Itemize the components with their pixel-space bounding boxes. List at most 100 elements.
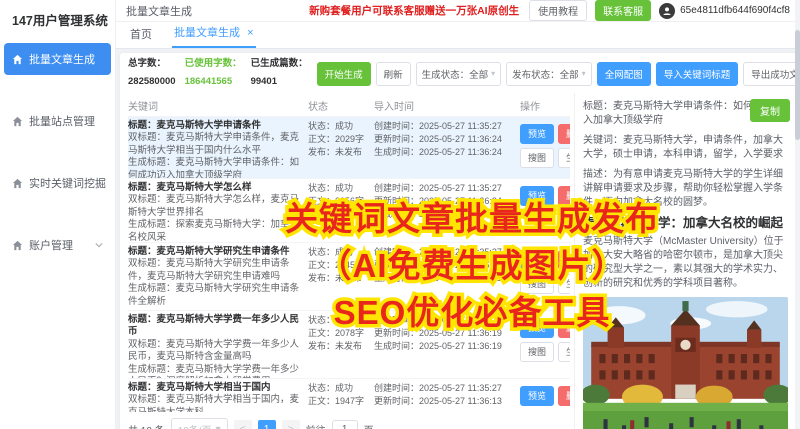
search-image-button[interactable]: 搜图: [520, 148, 554, 168]
sidebar-item-keyword-mining[interactable]: 实时关键词挖掘: [4, 167, 111, 199]
scrollbar-thumb[interactable]: [795, 30, 800, 140]
col-keyword: 关键词: [128, 98, 308, 113]
stat-value: 282580000: [128, 76, 176, 87]
close-icon[interactable]: ×: [247, 27, 253, 39]
keyword-cell: 标题：麦克马斯特大学怎么样 双标题：麦克马斯特大学怎么样，麦克马斯特大学世界排名…: [128, 182, 308, 240]
keyword-cell: 标题：麦克马斯特大学研究生申请条件 双标题：麦克马斯特大学研究生申请条件，麦克马…: [128, 246, 308, 308]
preview-button[interactable]: 预览: [520, 186, 554, 206]
start-generate-button[interactable]: 开始生成: [317, 62, 371, 86]
generate-button[interactable]: 生成: [558, 148, 570, 168]
goto-page-input[interactable]: [332, 420, 358, 429]
search-image-button[interactable]: 搜图: [520, 210, 554, 230]
preview-button[interactable]: 预览: [520, 124, 554, 144]
time-cell: 创建时间：2025-05-27 11:35:27 更新时间：2025-05-27…: [374, 182, 516, 240]
tab-home[interactable]: 首页: [128, 20, 154, 48]
delete-button[interactable]: 删除: [558, 318, 570, 338]
status-value: 成功: [335, 121, 353, 131]
table-header: 关键词 状态 导入时间 操作: [128, 95, 570, 116]
status-cell: 状态：成功 正文：1947字: [308, 382, 374, 410]
search-image-button[interactable]: 搜图: [520, 274, 554, 294]
prev-page-button[interactable]: <: [234, 420, 252, 429]
delete-button[interactable]: 删除: [558, 386, 570, 406]
chevron-down-icon: ▾: [216, 424, 221, 429]
updated-value: 2025-05-27 11:36:13: [419, 396, 502, 406]
tab-batch-article[interactable]: 批量文章生成 ×: [172, 18, 256, 48]
table-row[interactable]: 标题：麦克马斯特大学研究生申请条件 双标题：麦克马斯特大学研究生申请条件，麦克马…: [128, 242, 570, 310]
table-row[interactable]: 标题：麦克马斯特大学相当于国内 双标题：麦克马斯特大学相当于国内，麦克马斯特大学…: [128, 378, 570, 412]
row-dual-label: 双标题：: [128, 339, 166, 350]
preview-button[interactable]: 预览: [520, 318, 554, 338]
table-row[interactable]: 标题：麦克马斯特大学学费一年多少人民币 双标题：麦克马斯特大学学费一年多少人民币…: [128, 310, 570, 378]
sidebar-item-label: 实时关键词挖掘: [29, 175, 106, 191]
tutorial-button[interactable]: 使用教程: [529, 0, 587, 21]
net-image-button[interactable]: 全网配图: [597, 62, 651, 86]
avatar[interactable]: [659, 3, 675, 19]
sidebar-item-batch-article[interactable]: 批量文章生成: [4, 43, 111, 75]
delete-button[interactable]: 删除: [558, 186, 570, 206]
search-image-button[interactable]: 搜图: [520, 342, 554, 362]
breadcrumb: 批量文章生成: [126, 3, 192, 19]
words-label: 正文：: [308, 396, 335, 406]
sidebar: 147用户管理系统 批量文章生成 批量站点管理 实时关键词挖掘 账户管理: [0, 0, 116, 429]
updated-value: 2025-05-27 11:36:24: [419, 196, 502, 206]
words-label: 正文：: [308, 134, 335, 144]
scrollbar[interactable]: [795, 0, 800, 429]
publish-status-select[interactable]: 发布状态：全部 ▾: [506, 62, 592, 86]
chevron-down-icon: ▾: [582, 69, 586, 78]
generated-value: 2025-05-27 11:36:19: [419, 341, 502, 351]
sidebar-item-label: 批量文章生成: [29, 51, 95, 67]
export-success-button[interactable]: 导出成功文章: [743, 62, 796, 86]
chevron-down-icon: [95, 241, 103, 249]
pagination: 共 10 条 10条/页 ▾ < 1 > 前往 页: [128, 412, 570, 429]
preview-heading: 麦克马斯特大学：加拿大名校的崛起: [583, 216, 788, 230]
row-dual-label: 双标题：: [128, 194, 166, 205]
generate-button[interactable]: 生成: [558, 274, 570, 294]
generated-label: 生成时间：: [374, 341, 419, 351]
contact-support-button[interactable]: 联系客服: [595, 0, 651, 21]
stat-used-words: 已使用字数： 186441565: [185, 58, 242, 90]
generate-button[interactable]: 生成: [558, 210, 570, 230]
goto-label: 前往: [306, 422, 326, 429]
stat-value: 99401: [251, 76, 277, 87]
page-size-select[interactable]: 10条/页 ▾: [171, 418, 228, 429]
generate-button[interactable]: 生成: [558, 342, 570, 362]
row-gen-label: 生成标题：: [128, 157, 176, 168]
delete-button[interactable]: 删除: [558, 250, 570, 270]
col-actions: 操作: [516, 98, 570, 113]
publish-label: 发布：: [308, 147, 335, 157]
next-page-button[interactable]: >: [282, 420, 300, 429]
created-value: 2025-05-27 11:35:27: [419, 247, 502, 257]
page-number-button[interactable]: 1: [258, 420, 276, 429]
row-title: 麦克马斯特大学相当于国内: [157, 382, 271, 393]
home-icon: [12, 54, 23, 65]
table-row[interactable]: 标题：麦克马斯特大学怎么样 双标题：麦克马斯特大学怎么样，麦克马斯特大学世界排名…: [128, 178, 570, 242]
refresh-button[interactable]: 刷新: [376, 62, 411, 86]
publish-value: 未发布: [335, 147, 362, 157]
words-label: 正文：: [308, 260, 335, 270]
copy-button[interactable]: 复制: [750, 99, 790, 122]
created-value: 2025-05-27 11:35:27: [419, 183, 502, 193]
words-value: 1947字: [335, 396, 364, 406]
updated-value: 2025-05-27 11:36:19: [419, 328, 502, 338]
sidebar-item-account[interactable]: 账户管理: [4, 229, 111, 261]
delete-button[interactable]: 删除: [558, 124, 570, 144]
status-label: 状态：: [308, 183, 335, 193]
status-value: 成功: [335, 247, 353, 257]
keyword-cell: 标题：麦克马斯特大学学费一年多少人民币 双标题：麦克马斯特大学学费一年多少人民币…: [128, 314, 308, 376]
sidebar-item-batch-site[interactable]: 批量站点管理: [4, 105, 111, 137]
updated-label: 更新时间：: [374, 260, 419, 270]
import-keywords-button[interactable]: 导入关键词标题: [656, 62, 739, 86]
generated-label: 生成时间：: [374, 273, 419, 283]
status-value: 成功: [335, 315, 353, 325]
preview-button[interactable]: 预览: [520, 250, 554, 270]
promo-notice: 新购套餐用户可联系客服赠送一万张AI原创生成配图...: [309, 3, 519, 18]
table-row[interactable]: 标题：麦克马斯特大学申请条件 双标题：麦克马斯特大学申请条件，麦克马斯特大学相当…: [128, 116, 570, 178]
row-title-label: 标题：: [128, 382, 157, 393]
keyword-cell: 标题：麦克马斯特大学申请条件 双标题：麦克马斯特大学申请条件，麦克马斯特大学相当…: [128, 120, 308, 176]
updated-label: 更新时间：: [374, 328, 419, 338]
article-image: [583, 297, 788, 429]
status-label: 状态：: [308, 121, 335, 131]
generate-status-select[interactable]: 生成状态：全部 ▾: [416, 62, 502, 86]
preview-button[interactable]: 预览: [520, 386, 554, 406]
row-dual-label: 双标题：: [128, 132, 166, 143]
